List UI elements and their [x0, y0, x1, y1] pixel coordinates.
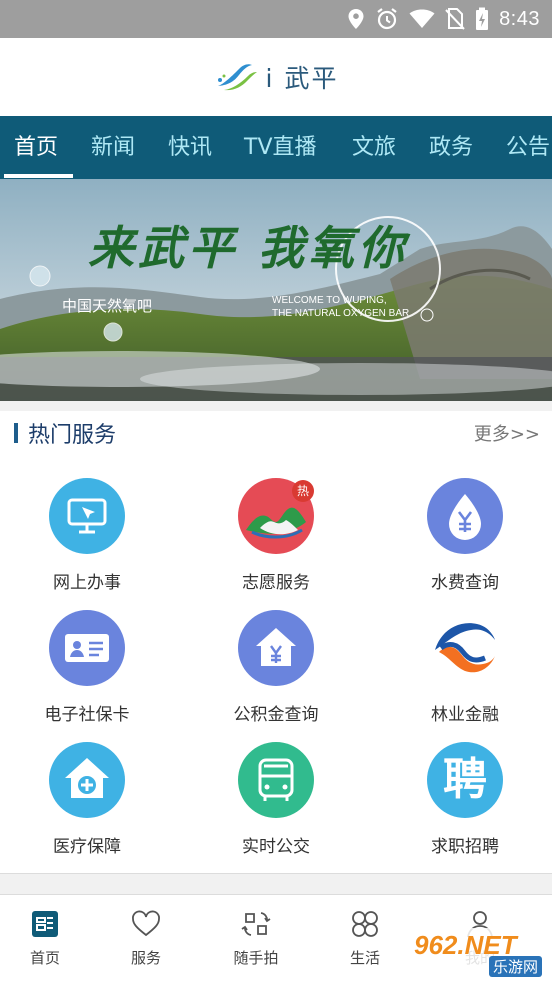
service-label: 电子社保卡	[44, 705, 130, 725]
service-online-affairs[interactable]: 网上办事	[22, 478, 152, 593]
banner-english-line1: WELCOME TO WUPING,	[272, 295, 387, 306]
location-icon	[348, 9, 364, 29]
status-bar: 8:43	[0, 0, 552, 38]
service-label: 实时公交	[242, 837, 310, 857]
app-title: i 武平	[265, 64, 339, 93]
monitor-icon	[49, 478, 125, 554]
banner-slogan: 来武平 我氧你	[88, 221, 409, 275]
service-label: 网上办事	[53, 573, 121, 593]
service-medical-insurance[interactable]: 医疗保障	[22, 742, 152, 857]
service-forestry-finance[interactable]: 林业金融	[400, 610, 530, 725]
tab-culture-tourism[interactable]: 文旅	[352, 116, 396, 179]
nav-services[interactable]: 服务	[101, 909, 191, 968]
service-label: 志愿服务	[242, 573, 310, 593]
alarm-icon	[377, 8, 397, 30]
battery-charging-icon	[476, 7, 489, 30]
service-label: 林业金融	[431, 705, 499, 725]
service-label: 公积金查询	[233, 705, 319, 725]
nav-life-label: 生活	[349, 949, 380, 967]
service-housing-fund[interactable]: 公积金查询	[211, 610, 341, 725]
tab-flash[interactable]: 快讯	[168, 116, 212, 179]
service-water-bill[interactable]: 水费查询	[400, 478, 530, 593]
tab-tv-live[interactable]: TV直播	[244, 116, 317, 179]
clover-icon	[352, 911, 378, 937]
no-sim-icon	[445, 8, 465, 30]
app-header: i 武平	[0, 38, 552, 116]
medical-house-icon	[49, 742, 125, 818]
forestry-finance-logo-icon	[427, 610, 503, 686]
watermark-sub: 乐游网	[488, 956, 542, 977]
house-yen-icon	[238, 610, 314, 686]
wifi-icon	[409, 9, 435, 28]
service-label: 求职招聘	[431, 837, 499, 857]
site-watermark: 962.NET 乐游网	[408, 928, 546, 977]
tab-notice[interactable]: 公告	[506, 116, 550, 179]
banner-subtitle: 中国天然氧吧	[62, 297, 153, 315]
service-social-security-card[interactable]: 电子社保卡	[22, 610, 152, 725]
nav-life[interactable]: 生活	[320, 909, 410, 968]
service-label: 医疗保障	[53, 837, 121, 857]
volunteer-icon: 热	[238, 478, 314, 554]
water-drop-yen-icon	[427, 478, 503, 554]
hot-services-title: 热门服务	[28, 423, 117, 448]
service-realtime-bus[interactable]: 实时公交	[211, 742, 341, 857]
banner-english-line2: THE NATURAL OXYGEN BAR	[272, 308, 410, 319]
service-job-recruitment[interactable]: 聘 求职招聘	[400, 742, 530, 857]
nav-home-label: 首页	[29, 949, 60, 967]
tab-home[interactable]: 首页	[14, 116, 58, 179]
service-label: 水费查询	[431, 573, 499, 593]
recruit-icon: 聘	[427, 742, 503, 818]
section-divider	[0, 873, 552, 895]
section-gap	[0, 401, 552, 411]
nav-services-label: 服务	[130, 949, 161, 967]
active-tab-indicator	[4, 174, 73, 178]
nav-snapshot-label: 随手拍	[233, 949, 279, 967]
hot-badge: 热	[292, 480, 314, 502]
bus-icon	[238, 742, 314, 818]
more-services-link[interactable]: 更多>>	[474, 420, 540, 446]
service-volunteer[interactable]: 热 志愿服务	[211, 478, 341, 593]
tab-government[interactable]: 政务	[429, 116, 473, 179]
nav-snapshot[interactable]: 随手拍	[211, 909, 301, 968]
tab-news[interactable]: 新闻	[91, 116, 135, 179]
section-title-marker	[14, 423, 18, 443]
nav-home[interactable]: 首页	[0, 909, 90, 968]
home-icon	[32, 911, 58, 937]
heart-icon	[132, 910, 160, 937]
app-logo-icon	[217, 64, 257, 91]
snapshot-icon	[241, 912, 271, 936]
recruit-glyph: 聘	[443, 754, 487, 805]
category-tabs: 首页 新闻 快讯 TV直播 文旅 政务 公告	[0, 116, 552, 179]
status-time: 8:43	[499, 7, 540, 30]
id-card-icon	[49, 610, 125, 686]
